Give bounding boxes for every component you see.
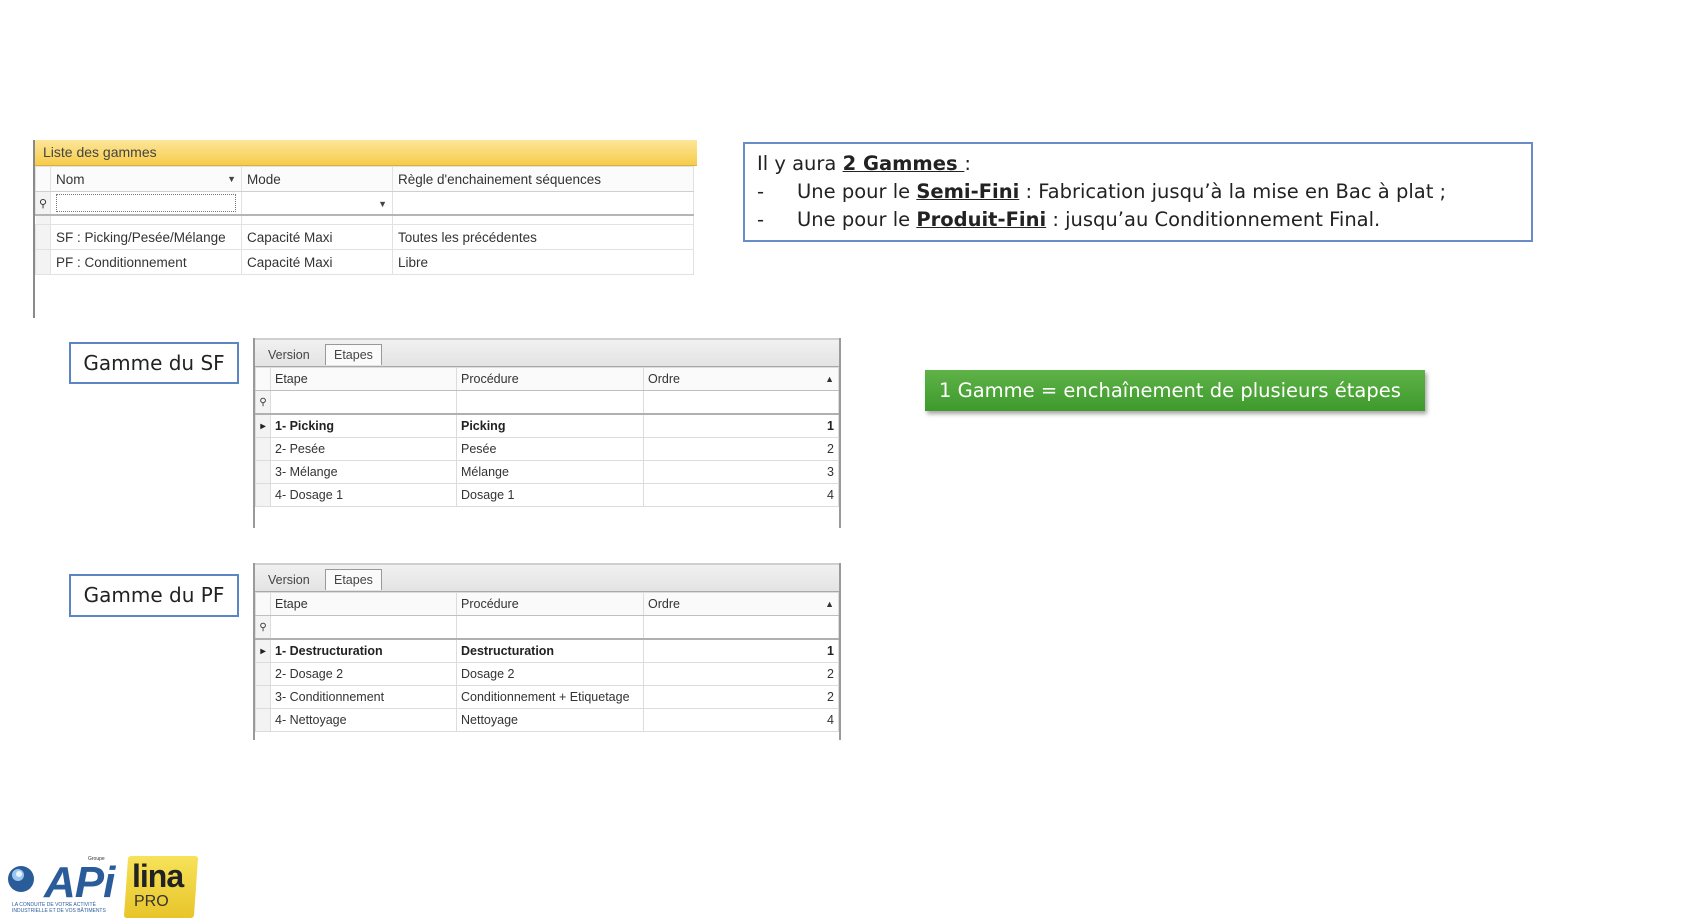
filter-nom-cell[interactable] [50,191,242,216]
etapes-table-pf: Etape Procédure Ordre ▲ ⚲ ▸ 1- Destructur… [255,592,839,732]
gammes-list-panel: Liste des gammes Nom ▼ Mode Règle d'encha… [33,140,697,318]
table-row[interactable]: 2- Dosage 2 Dosage 2 2 [255,662,839,686]
filter-etape-cell[interactable] [270,615,457,640]
filter-ordre-cell[interactable] [643,615,839,640]
filter-pin-icon: ⚲ [255,390,271,415]
etapes-table-sf: Etape Procédure Ordre ▲ ⚲ ▸ 1- Picking Pi… [255,367,839,507]
filter-dropdown-icon[interactable]: ▼ [378,199,387,209]
column-header-regle[interactable]: Règle d'enchainement séquences [392,166,694,192]
table-row[interactable]: SF : Picking/Pesée/Mélange Capacité Maxi… [35,224,694,250]
lina-logo: lina [132,858,184,894]
table-row[interactable]: 4- Nettoyage Nettoyage 4 [255,708,839,732]
lina-logo-pro: PRO [134,893,169,910]
gamme-sf-grid: Version Etapes Etape Procédure Ordre ▲ ⚲ … [253,338,841,528]
filter-pin-icon: ⚲ [255,615,271,640]
filter-nom-input[interactable] [56,194,236,212]
column-header-etape[interactable]: Etape [270,592,457,616]
table-row[interactable]: ▸ 1- Destructuration Destructuration 1 [255,638,839,663]
api-logo-tagline: LA CONDUITE DE VOTRE ACTIVITÉ INDUSTRIEL… [12,902,106,914]
column-header-ordre[interactable]: Ordre ▲ [643,592,839,616]
gamme-sf-tabs: Version Etapes [255,338,839,367]
info-line-semi-fini: - Une pour le Semi-Fini : Fabrication jus… [757,180,1447,203]
filter-ordre-cell[interactable] [643,390,839,415]
gamme-definition-box: 1 Gamme = enchaînement de plusieurs étap… [925,370,1425,411]
row-indicator-icon: ▸ [255,413,271,438]
filter-etape-cell[interactable] [270,390,457,415]
column-header-ordre[interactable]: Ordre ▲ [643,367,839,391]
gamme-pf-grid: Version Etapes Etape Procédure Ordre ▲ ⚲ … [253,563,841,740]
api-logo: APi [44,858,115,907]
gammes-list-title: Liste des gammes [35,140,697,166]
column-header-mode[interactable]: Mode [241,166,393,192]
table-row[interactable]: 3- Mélange Mélange 3 [255,460,839,484]
info-box: Il y aura 2 Gammes : - Une pour le Semi-F… [743,142,1533,242]
table-row[interactable]: 4- Dosage 1 Dosage 1 4 [255,483,839,507]
dropdown-arrow-icon[interactable]: ▼ [227,174,236,184]
api-globe-icon [6,864,36,899]
column-header-procedure[interactable]: Procédure [456,367,644,391]
info-intro: Il y aura 2 Gammes : [757,152,971,175]
gamme-pf-label: Gamme du PF [69,574,239,617]
info-line-produit-fini: - Une pour le Produit-Fini : jusqu’au Con… [757,208,1381,231]
filter-procedure-cell[interactable] [456,615,644,640]
column-header-etape[interactable]: Etape [270,367,457,391]
row-indicator-icon: ▸ [255,638,271,663]
filter-pin-icon: ⚲ [35,191,51,216]
column-header-procedure[interactable]: Procédure [456,592,644,616]
api-logo-groupe: Groupe [88,856,105,862]
tab-etapes[interactable]: Etapes [325,344,382,365]
tab-etapes[interactable]: Etapes [325,569,382,590]
tab-version[interactable]: Version [268,345,310,365]
table-row[interactable]: 2- Pesée Pesée 2 [255,437,839,461]
gamme-pf-tabs: Version Etapes [255,563,839,592]
gammes-table: Nom ▼ Mode Règle d'enchainement séquences… [35,166,694,275]
filter-mode-cell[interactable]: ▼ [241,191,393,216]
sort-asc-icon[interactable]: ▲ [825,374,834,384]
tab-version[interactable]: Version [268,570,310,590]
table-row[interactable]: PF : Conditionnement Capacité Maxi Libre [35,249,694,275]
gamme-sf-label: Gamme du SF [69,342,239,384]
filter-procedure-cell[interactable] [456,390,644,415]
filter-regle-cell[interactable] [392,191,694,216]
column-header-nom[interactable]: Nom ▼ [50,166,242,192]
table-row[interactable]: ▸ 1- Picking Picking 1 [255,413,839,438]
sort-asc-icon[interactable]: ▲ [825,599,834,609]
table-row[interactable]: 3- Conditionnement Conditionnement + Eti… [255,685,839,709]
